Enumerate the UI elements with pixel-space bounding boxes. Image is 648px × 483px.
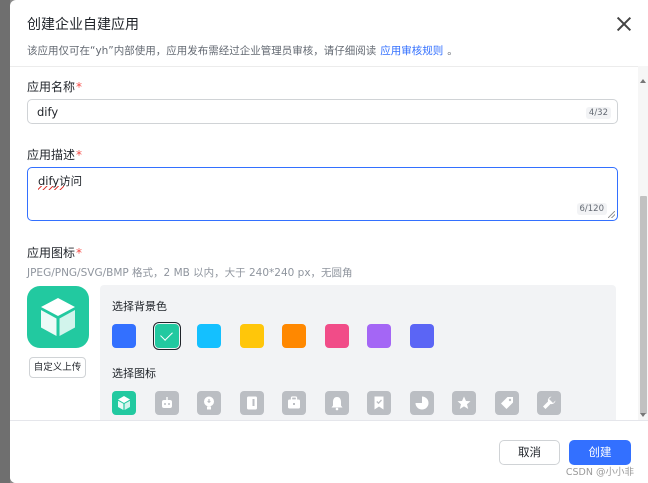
briefcase-icon (288, 396, 300, 409)
color-swatch[interactable] (367, 324, 391, 348)
custom-upload-button[interactable]: 自定义上传 (29, 357, 86, 378)
bookmark-check-icon (374, 396, 384, 410)
app-name-label-text: 应用名称 (27, 80, 76, 94)
robot-icon (161, 397, 172, 408)
resize-handle[interactable] (608, 211, 615, 218)
scroll-down-icon[interactable] (640, 413, 646, 417)
color-swatch[interactable] (282, 324, 306, 348)
color-swatch[interactable] (324, 324, 349, 348)
create-button[interactable]: 创建 (569, 440, 631, 465)
bg-color-title: 选择背景色 (112, 300, 167, 313)
document-icon (246, 396, 257, 410)
app-name-input[interactable]: dify 4/32 (27, 99, 618, 124)
app-name-label: 应用名称* (27, 78, 82, 95)
icon-option[interactable] (409, 391, 434, 415)
create-app-dialog: 创建企业自建应用 该应用仅可在“yh”内部使用，应用发布需经过企业管理员审核，请… (10, 0, 648, 483)
star-icon (457, 396, 471, 409)
app-desc-textarea[interactable]: dify访问 6/120 (27, 167, 618, 221)
subtitle-text: 该应用仅可在“yh”内部使用，应用发布需经过企业管理员审核，请仔细阅读 (27, 45, 377, 57)
dialog-header: 创建企业自建应用 该应用仅可在“yh”内部使用，应用发布需经过企业管理员审核，请… (27, 14, 638, 58)
icon-option[interactable] (324, 391, 349, 415)
app-icon-hint: JPEG/PNG/SVG/BMP 格式，2 MB 以内，大于 240*240 p… (27, 267, 353, 279)
icon-option[interactable] (112, 391, 136, 415)
icon-option[interactable] (197, 391, 221, 415)
app-desc-counter: 6/120 (576, 203, 607, 215)
dialog-body: 应用名称* dify 4/32 应用描述* dify访问 6/120 应用图标*… (10, 66, 648, 420)
app-desc-label-text: 应用描述 (27, 148, 76, 162)
app-icon-label: 应用图标* (27, 244, 82, 261)
app-icon-preview (27, 286, 89, 348)
required-mark: * (76, 246, 83, 260)
body-scrollbar[interactable] (638, 66, 648, 420)
subtitle-period: 。 (447, 45, 458, 57)
lightbulb-icon (204, 396, 214, 410)
dialog-footer: 取消 创建 (10, 420, 648, 483)
icon-option[interactable] (154, 391, 179, 415)
spellcheck-underline (38, 186, 64, 190)
icon-option[interactable] (494, 391, 519, 415)
color-swatch[interactable] (152, 321, 181, 351)
scrollbar-thumb[interactable] (640, 196, 647, 414)
dialog-title: 创建企业自建应用 (27, 17, 139, 33)
close-icon[interactable] (616, 16, 632, 32)
color-swatch[interactable] (239, 324, 264, 348)
review-rules-link[interactable]: 应用审核规则 (380, 45, 443, 57)
scroll-up-icon[interactable] (640, 79, 646, 83)
icon-option[interactable] (367, 391, 391, 415)
color-swatch[interactable] (409, 324, 434, 348)
cube-icon (118, 396, 130, 410)
dialog-subtitle: 该应用仅可在“yh”内部使用，应用发布需经过企业管理员审核，请仔细阅读 应用审核规… (27, 43, 638, 58)
required-mark: * (76, 148, 83, 162)
cube-icon (41, 298, 75, 336)
app-desc-label: 应用描述* (27, 146, 82, 163)
app-icon-label-text: 应用图标 (27, 246, 76, 260)
color-swatch[interactable] (197, 324, 221, 348)
page-backdrop (0, 0, 10, 483)
pie-chart-icon (415, 396, 428, 410)
icon-choice-title: 选择图标 (112, 367, 156, 380)
wrench-icon (543, 396, 556, 409)
app-name-counter: 4/32 (585, 107, 611, 119)
icon-option[interactable] (239, 391, 264, 415)
check-icon (159, 328, 173, 341)
tag-icon (500, 397, 513, 409)
csdn-watermark: CSDN @小小非 (565, 467, 634, 478)
icon-option[interactable] (282, 391, 306, 415)
required-mark: * (76, 80, 83, 94)
icon-option[interactable] (537, 391, 561, 415)
cancel-button[interactable]: 取消 (499, 440, 560, 465)
bell-icon (331, 397, 342, 411)
icon-picker-panel: 选择背景色 选择图标 (100, 285, 616, 420)
icon-option[interactable] (452, 391, 476, 415)
color-swatch[interactable] (112, 324, 136, 348)
app-name-value: dify (37, 105, 59, 119)
